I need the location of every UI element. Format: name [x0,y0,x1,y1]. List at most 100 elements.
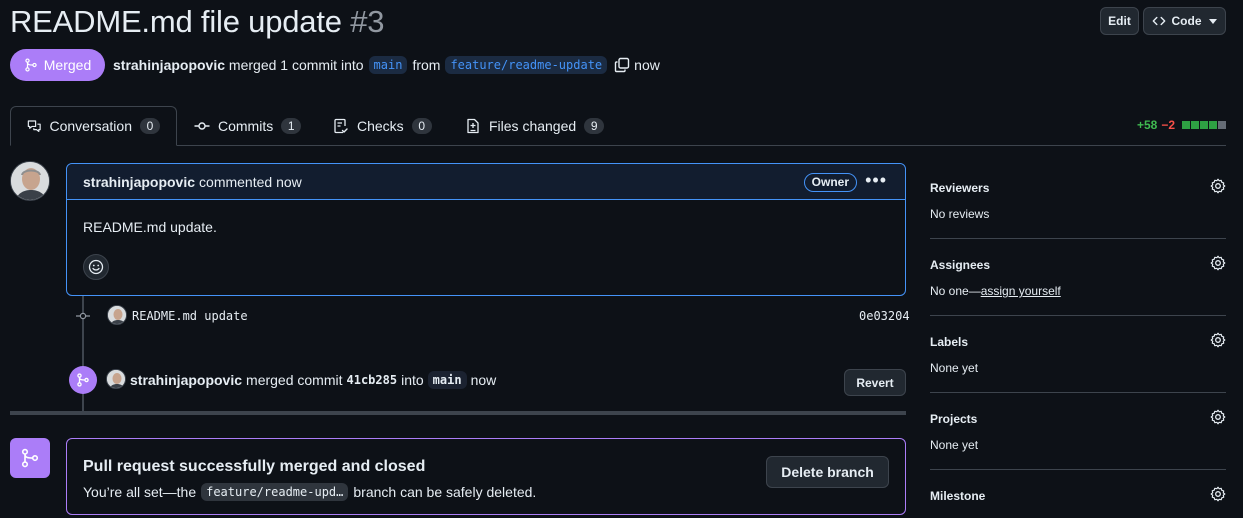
gear-icon[interactable] [1210,255,1226,271]
pr-description-comment: strahinjapopovic commented now Owner •••… [66,163,906,296]
commenter-avatar[interactable] [10,161,50,201]
comment-body: README.md update. [83,219,217,235]
gear-icon[interactable] [1210,332,1226,348]
code-button-label: Code [1171,14,1202,28]
tab-files-changed[interactable]: Files changed 9 [465,106,605,146]
sidebar-reviewers: Reviewers No reviews [930,178,1226,221]
merged-status-icon [10,438,50,478]
tab-checks-label: Checks [357,118,404,134]
code-button[interactable]: Code [1143,7,1226,35]
merge-into: into [401,372,424,388]
meta-time: now [634,57,660,73]
tab-checks[interactable]: Checks 0 [333,106,432,146]
tab-checks-count: 0 [411,118,432,134]
edit-button-label: Edit [1108,14,1131,28]
tab-files-changed-label: Files changed [489,118,577,134]
base-branch-link[interactable]: main [368,56,408,74]
sidebar-divider [930,315,1226,316]
sidebar-labels: Labels None yet [930,332,1226,375]
add-reaction-button[interactable] [83,254,109,280]
sidebar-assignees: Assignees No one—assign yourself [930,255,1226,298]
projects-value: None yet [930,438,979,452]
merged-state-label: Merged [43,57,92,73]
assignees-none-text: No one— [930,284,981,298]
comment-author-link[interactable]: strahinjapopovic [83,174,195,190]
sidebar-projects: Projects None yet [930,409,1226,452]
git-merge-icon [25,58,37,72]
file-diff-icon [467,118,479,134]
comment-discussion-icon [27,120,41,133]
page-title: README.md file update #3 [10,4,384,40]
comment-action: commented now [199,173,302,190]
milestone-heading: Milestone [930,489,986,503]
edit-button[interactable]: Edit [1100,7,1139,35]
timeline-end-divider [10,411,906,415]
assignees-value: No one—assign yourself [930,284,1226,298]
copy-icon[interactable] [614,57,630,73]
tab-commits-count: 1 [281,118,302,134]
pr-number: #3 [350,4,385,39]
revert-button[interactable]: Revert [844,369,906,396]
kebab-menu-icon[interactable]: ••• [865,171,887,189]
diffstat-bar [1181,121,1227,129]
git-merge-icon [21,448,39,468]
labels-heading: Labels [930,335,969,349]
commit-author-avatar[interactable] [107,305,127,325]
reviewers-heading: Reviewers [930,181,990,195]
merger-avatar[interactable] [106,369,126,389]
commit-message-link[interactable]: README.md update [132,309,248,323]
merge-status-text: You’re all set—the feature/readme-upd… b… [83,483,536,501]
code-icon [1152,16,1165,26]
assign-yourself-link[interactable]: assign yourself [981,284,1061,298]
diffstat-square [1182,121,1191,129]
tabs-border [10,145,1226,146]
diffstat: +58 −2 [1137,118,1227,132]
merge-commit-sha-link[interactable]: 41cb285 [347,373,398,387]
meta-action-text: merged 1 commit into [228,57,364,73]
merged-state-badge: Merged [10,49,105,81]
meta-author-link[interactable]: strahinjapopovic [113,57,225,73]
head-branch-chip: feature/readme-upd… [201,483,349,501]
tab-commits[interactable]: Commits 1 [194,106,302,146]
meta-from-text: from [412,57,441,73]
diffstat-square [1218,121,1227,129]
merge-status-box: Pull request successfully merged and clo… [66,438,906,515]
avatar-photo [11,162,49,200]
delete-branch-button[interactable]: Delete branch [766,456,889,488]
sidebar-divider [930,392,1226,393]
projects-heading: Projects [930,412,978,426]
labels-value: None yet [930,361,979,375]
merge-action: merged commit [246,372,343,388]
tab-commits-label: Commits [218,118,274,134]
pr-meta: Merged strahinjapopovic merged 1 commit … [10,49,660,81]
merge-event: strahinjapopovic merged commit 41cb285 i… [130,371,496,389]
gear-icon[interactable] [1210,409,1226,425]
tab-conversation[interactable]: Conversation 0 [10,106,177,146]
merge-base-branch-link[interactable]: main [427,371,467,389]
gear-icon[interactable] [1210,486,1226,502]
merge-status-text-after: branch can be safely deleted. [353,484,537,500]
diffstat-square [1209,121,1218,129]
diffstat-additions: +58 [1137,118,1158,132]
diffstat-square [1200,121,1209,129]
tab-conversation-label: Conversation [49,118,133,134]
gear-icon[interactable] [1210,178,1226,194]
owner-badge: Owner [803,173,857,192]
merge-status-text-before: You’re all set—the [83,484,197,500]
merge-status-title: Pull request successfully merged and clo… [83,458,426,475]
tab-conversation-count: 0 [140,118,160,134]
sidebar-milestone: Milestone [930,486,1226,503]
caret-down-icon [1208,19,1217,24]
commit-node-icon [76,310,90,322]
commit-sha-link[interactable]: 0e03204 [859,309,910,323]
reviewers-value: No reviews [930,207,990,221]
smiley-icon [88,259,104,275]
head-branch-link[interactable]: feature/readme-update [445,56,608,74]
merge-author-link[interactable]: strahinjapopovic [130,372,242,388]
merge-time: now [470,372,497,388]
pr-title-text: README.md file update [10,4,342,39]
checklist-icon [334,118,348,134]
sidebar-divider [930,469,1226,470]
git-merge-icon [77,373,89,387]
diffstat-square [1191,121,1200,129]
